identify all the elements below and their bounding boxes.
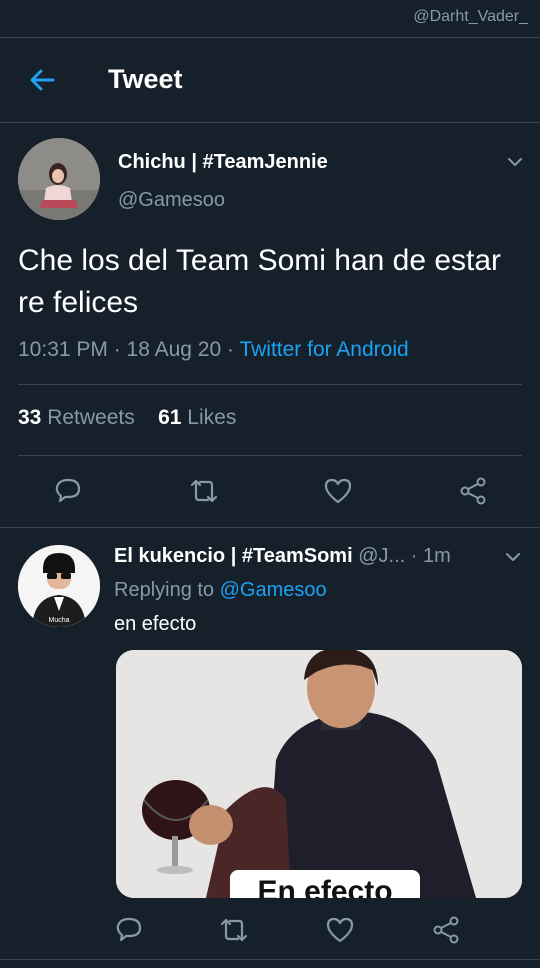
retweets-stat[interactable]: 33 Retweets: [18, 406, 135, 429]
tweet-timestamp: 10:31 PM · 18 Aug 20 ·: [18, 338, 240, 361]
retweet-icon: [220, 918, 248, 942]
likes-count: 61: [158, 406, 182, 429]
reply-age: · 1m: [410, 545, 451, 567]
author-name[interactable]: Chichu | #TeamJennie: [118, 151, 328, 174]
reply-author-avatar[interactable]: Mucha: [18, 545, 100, 627]
avatar-caption: Mucha: [48, 617, 69, 624]
chevron-down-icon: [506, 553, 520, 561]
reply-retweet-button[interactable]: [219, 915, 249, 945]
tweet-menu-button[interactable]: [505, 152, 525, 172]
divider: [18, 455, 522, 456]
reply-button[interactable]: [53, 476, 83, 506]
reply-share-button[interactable]: [431, 915, 461, 945]
replying-to-link[interactable]: @Gamesoo: [220, 579, 327, 601]
comment-icon: [55, 478, 81, 503]
author-handle[interactable]: @Gamesoo: [118, 189, 225, 212]
divider: [0, 527, 540, 528]
reply-author-handle[interactable]: @J...: [358, 545, 405, 567]
arrow-left-icon: [30, 69, 55, 91]
likes-stat[interactable]: 61 Likes: [158, 406, 236, 429]
tweet-stats: 33 Retweets 61 Likes: [18, 406, 236, 430]
retweet-icon: [190, 479, 218, 503]
comment-icon: [116, 917, 142, 942]
heart-icon: [324, 478, 352, 504]
tweet-source-link[interactable]: Twitter for Android: [239, 338, 408, 361]
share-button[interactable]: [458, 476, 488, 506]
reply-media-image[interactable]: En efecto: [116, 650, 522, 898]
author-avatar[interactable]: [18, 138, 100, 220]
retweet-button[interactable]: [189, 476, 219, 506]
likes-label: Likes: [187, 406, 237, 429]
retweets-label: Retweets: [47, 406, 135, 429]
divider: [18, 384, 522, 385]
replying-prefix: Replying to: [114, 579, 220, 601]
reply-reply-button[interactable]: [114, 915, 144, 945]
share-icon: [460, 477, 486, 505]
like-button[interactable]: [323, 476, 353, 506]
replying-to: Replying to @Gamesoo: [114, 579, 327, 602]
page-title: Tweet: [108, 64, 183, 94]
watermark: @Darht_Vader_: [413, 8, 528, 25]
media-caption: En efecto: [230, 870, 420, 898]
share-icon: [433, 916, 459, 944]
reply-menu-button[interactable]: [503, 547, 523, 567]
retweets-count: 33: [18, 406, 42, 429]
tweet-text: Che los del Team Somi han de estar re fe…: [18, 244, 502, 319]
heart-icon: [326, 917, 354, 943]
top-app-bar: Tweet: [0, 38, 540, 123]
reply-author-name[interactable]: El kukencio | #TeamSomi: [114, 545, 353, 567]
tweet-meta: 10:31 PM · 18 Aug 20 · Twitter for Andro…: [18, 338, 409, 362]
divider: [0, 959, 540, 960]
chevron-down-icon: [508, 158, 522, 166]
back-button[interactable]: [26, 64, 58, 96]
reply-text: en efecto: [114, 613, 197, 635]
reply-like-button[interactable]: [325, 915, 355, 945]
reply-header: El kukencio | #TeamSomi @J... · 1m: [114, 545, 451, 568]
